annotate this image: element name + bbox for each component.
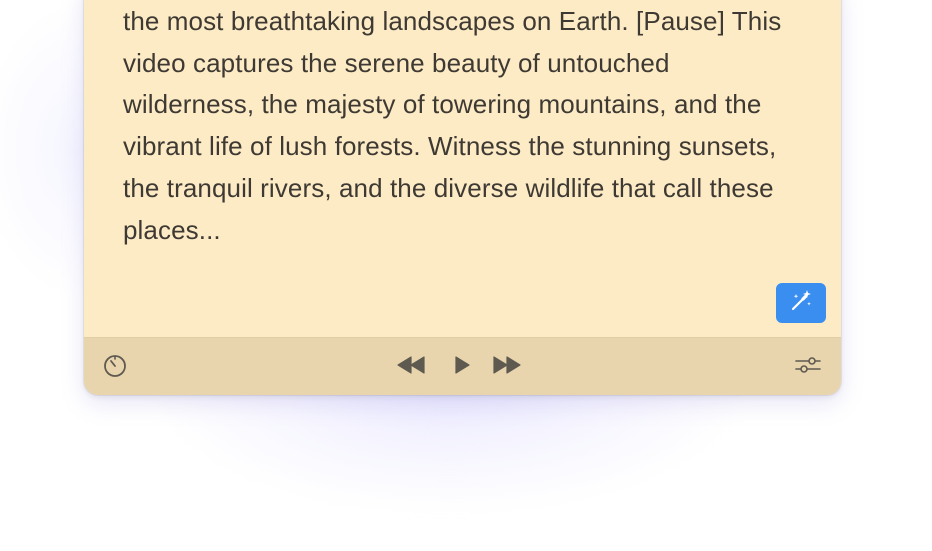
fast-forward-button[interactable] [491,355,523,379]
sliders-icon [794,354,822,381]
timer-icon [102,353,128,384]
playback-controls-bar [84,337,841,395]
rewind-button[interactable] [395,355,427,379]
fast-forward-icon [492,355,522,380]
play-button[interactable] [451,355,473,379]
magic-wand-button[interactable] [776,283,826,323]
magic-wand-icon [788,288,814,319]
rewind-icon [396,355,426,380]
screen: the most breathtaking landscapes on Eart… [0,0,932,551]
play-icon [453,355,471,380]
settings-button[interactable] [793,355,823,379]
script-area[interactable]: the most breathtaking landscapes on Eart… [84,0,841,337]
script-text: the most breathtaking landscapes on Eart… [123,6,782,245]
teleprompter-window: the most breathtaking landscapes on Eart… [84,0,841,395]
timer-button[interactable] [101,354,129,382]
